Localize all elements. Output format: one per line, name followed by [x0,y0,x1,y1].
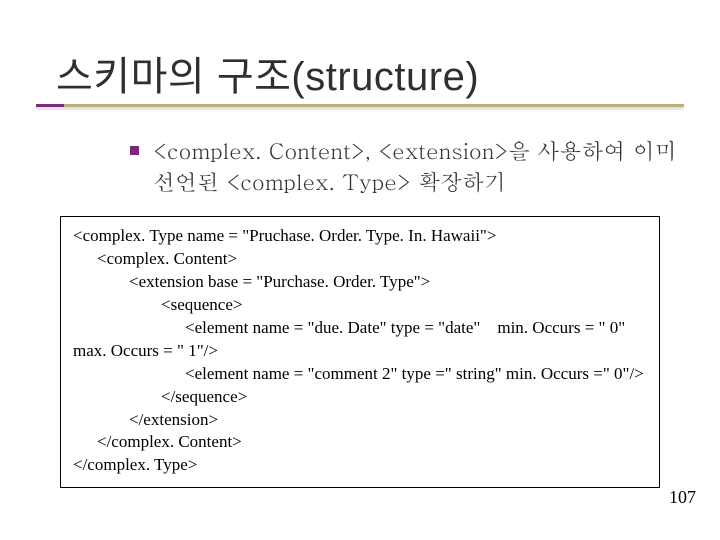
code-line: <element name = "comment 2" type =" stri… [73,363,647,386]
code-line: </sequence> [73,386,647,409]
code-line: <complex. Type name = "Pruchase. Order. … [73,225,647,248]
bullet-text: <complex. Content>, <extension>을 사용하여 이미… [153,136,680,198]
code-line: <element name = "due. Date" type = "date… [73,317,647,340]
code-line: </complex. Content> [73,431,647,454]
code-line: <sequence> [73,294,647,317]
code-box: <complex. Type name = "Pruchase. Order. … [60,216,660,488]
code-line: <complex. Content> [73,248,647,271]
bullet-item: <complex. Content>, <extension>을 사용하여 이미… [130,136,680,198]
code-line: max. Occurs = " 1"/> [73,340,647,363]
slide-title: 스키마의 구조(structure) [56,44,479,102]
page-number: 107 [669,487,696,508]
title-underline [36,104,684,107]
code-line: </extension> [73,409,647,432]
title-underline-accent [36,104,64,107]
code-line: <extension base = "Purchase. Order. Type… [73,271,647,294]
code-line: </complex. Type> [73,454,647,477]
slide: 스키마의 구조(structure) <complex. Content>, <… [0,0,720,540]
square-bullet-icon [130,146,139,155]
